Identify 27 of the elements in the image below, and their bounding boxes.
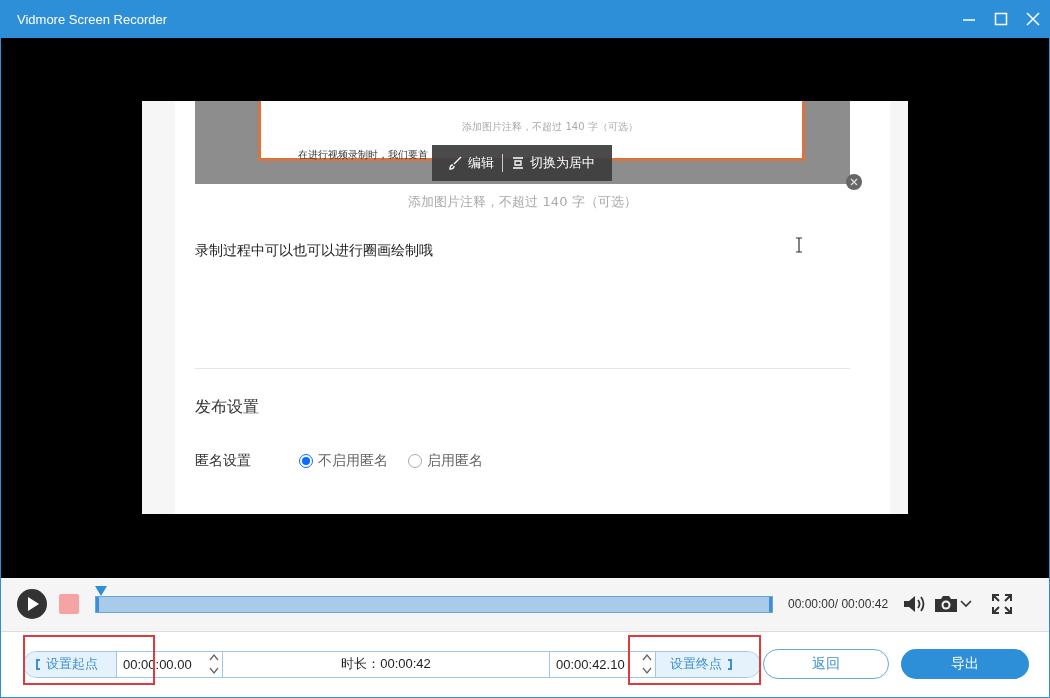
duration-text: 时长：00:00:42 bbox=[222, 651, 549, 677]
export-button[interactable]: 导出 bbox=[901, 649, 1029, 680]
paragraph-text: 在进行视频录制时，我们要首 bbox=[298, 148, 428, 163]
align-icon bbox=[511, 156, 525, 171]
caret-icon[interactable] bbox=[960, 600, 973, 609]
section-title: 发布设置 bbox=[195, 397, 260, 419]
timeline-track[interactable] bbox=[95, 595, 773, 613]
window-title: Vidmore Screen Recorder bbox=[17, 11, 169, 27]
bracket-icon bbox=[36, 658, 41, 670]
text-cursor-icon bbox=[795, 237, 803, 254]
radio-option[interactable]: 不启用匿名 bbox=[299, 452, 388, 471]
bracket-icon bbox=[727, 658, 732, 670]
play-button[interactable] bbox=[16, 588, 48, 621]
fullscreen-icon[interactable] bbox=[992, 594, 1013, 615]
brush-icon bbox=[449, 156, 463, 171]
camera-icon[interactable] bbox=[934, 595, 959, 614]
toolbar-button[interactable]: 编辑 bbox=[449, 154, 494, 173]
set-end-button[interactable]: 设置终点 bbox=[655, 651, 760, 677]
radio-option[interactable]: 启用匿名 bbox=[408, 452, 483, 471]
close-icon[interactable] bbox=[846, 174, 862, 191]
body-text: 录制过程中可以也可以进行圈画绘制哦 bbox=[195, 242, 433, 261]
field-label: 匿名设置 bbox=[195, 452, 252, 471]
back-button[interactable]: 返回 bbox=[763, 649, 889, 680]
time-display: 00:00:00/ 00:00:42 bbox=[788, 597, 889, 612]
set-start-button[interactable]: 设置起点 bbox=[24, 651, 116, 677]
image-caption: 添加图片注释，不超过 140 字（可选） bbox=[462, 120, 638, 135]
toolbar-button[interactable]: 切换为居中 bbox=[511, 154, 595, 173]
